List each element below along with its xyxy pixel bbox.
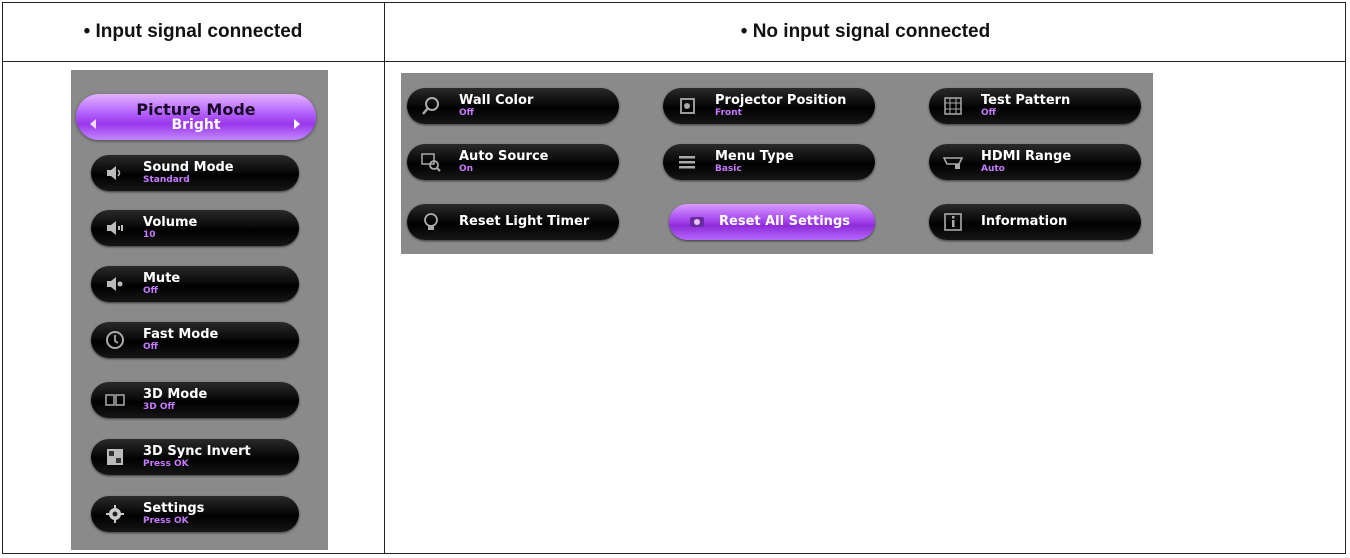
menu-item-label: Test Pattern [981,93,1071,108]
menu-item-volume[interactable]: Volume 10 [91,210,299,246]
test-pattern-icon [944,97,962,115]
menu-item-label: Fast Mode [143,327,219,342]
menu-item-reset-all-settings[interactable]: Reset All Settings [669,204,875,240]
menu-item-wall-color[interactable]: Wall Color Off [407,88,619,124]
menu-type-icon [679,156,695,169]
picture-mode-value: Bright [171,117,221,133]
menu-item-label: Sound Mode [143,160,234,175]
menu-item-fast-mode[interactable]: Fast Mode Off [91,322,299,358]
menu-item-label: Mute [143,271,181,286]
3d-icon [105,394,125,406]
menu-item-label: Menu Type [715,149,794,164]
menu-item-value: On [459,164,474,174]
menu-item-menu-type[interactable]: Menu Type Basic [663,144,875,180]
reset-icon [690,217,704,227]
menu-item-label: Wall Color [459,93,534,108]
menu-item-label: HDMI Range [981,149,1072,164]
menu-item-information[interactable]: Information [929,204,1141,240]
menu-item-value: 10 [143,230,156,240]
menu-item-value: Press OK [143,516,189,526]
header-no-input: • No input signal connected [740,20,991,42]
menu-item-label: Reset All Settings [719,214,850,229]
menu-item-settings[interactable]: Settings Press OK [91,496,299,532]
menu-item-value: Standard [143,175,190,185]
menu-item-label: Projector Position [715,93,847,108]
auto-source-icon [421,153,441,172]
menu-item-auto-source[interactable]: Auto Source On [407,144,619,180]
menu-item-value: Front [715,108,742,118]
menu-item-value: Press OK [143,459,189,469]
header-input-connected: • Input signal connected [83,20,303,42]
menu-item-3d-mode[interactable]: 3D Mode 3D Off [91,382,299,418]
menu-item-label: Settings [143,501,205,516]
menu-item-value: Auto [981,164,1005,174]
menu-item-label: Information [981,214,1068,229]
menu-item-value: Off [981,108,996,118]
speaker-icon [107,166,121,180]
light-bulb-icon [424,213,438,230]
menu-item-sound-mode[interactable]: Sound Mode Standard [91,155,299,191]
menu-panel-input-connected [71,70,328,550]
chevron-right-icon[interactable] [294,119,300,129]
column-divider [384,2,385,554]
mute-icon [107,277,123,291]
menu-item-label: Reset Light Timer [459,214,590,229]
menu-item-label: Volume [143,215,198,230]
menu-item-test-pattern[interactable]: Test Pattern Off [929,88,1141,124]
hdmi-icon [943,157,963,169]
picture-mode-label: Picture Mode [136,100,256,119]
menu-item-value: Off [143,286,158,296]
menu-item-label: 3D Sync Invert [143,444,251,459]
header-divider [2,61,1346,62]
projector-position-icon [680,98,695,114]
fast-mode-icon [106,331,124,349]
3d-sync-icon [107,449,123,465]
menu-item-value: Off [143,342,158,352]
volume-icon [107,221,123,235]
menu-item-label: 3D Mode [143,387,208,402]
menu-item-reset-light-timer[interactable]: Reset Light Timer [407,204,619,240]
menu-item-value: Basic [715,164,742,174]
gear-icon [106,505,124,523]
menu-item-3d-sync-invert[interactable]: 3D Sync Invert Press OK [91,439,299,475]
menu-item-mute[interactable]: Mute Off [91,266,299,302]
wall-color-icon [422,97,439,115]
menu-item-label: Auto Source [459,149,549,164]
picture-mode-button[interactable]: Picture Mode Bright [76,94,316,140]
menu-item-value: Off [459,108,474,118]
menu-item-projector-position[interactable]: Projector Position Front [663,88,875,124]
menu-item-hdmi-range[interactable]: HDMI Range Auto [929,144,1141,180]
menu-item-value: 3D Off [143,402,175,412]
info-icon [944,213,962,231]
